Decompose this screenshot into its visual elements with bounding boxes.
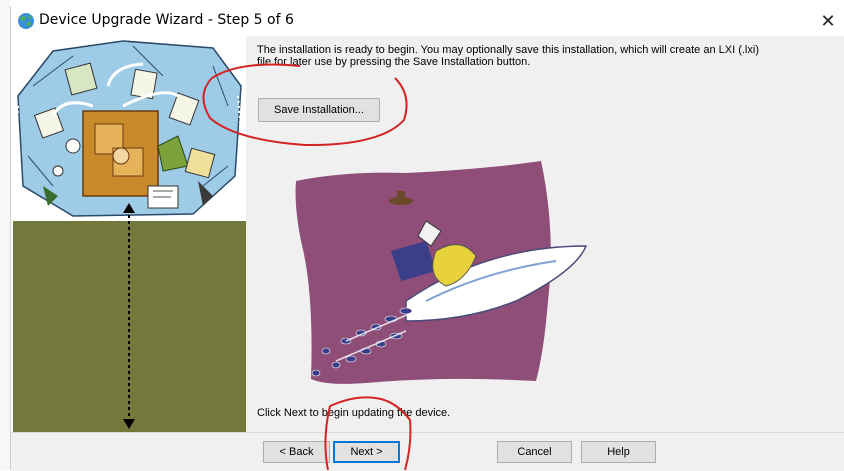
rocket-illustration	[295, 161, 588, 384]
intro-text: The installation is ready to begin. You …	[257, 44, 827, 68]
banner-illustration	[13, 36, 246, 221]
close-icon[interactable]: ✕	[813, 6, 843, 36]
wizard-side-banner	[13, 36, 246, 432]
cancel-button[interactable]: Cancel	[497, 441, 572, 463]
help-button[interactable]: Help	[581, 441, 656, 463]
next-button[interactable]: Next >	[333, 441, 400, 463]
save-installation-button[interactable]: Save Installation...	[258, 98, 380, 122]
window-title: Device Upgrade Wizard - Step 5 of 6	[39, 12, 294, 28]
back-button[interactable]: < Back	[263, 441, 330, 463]
footer-instruction: Click Next to begin updating the device.	[257, 407, 451, 419]
intro-line-2: file for later use by pressing the Save …	[257, 56, 531, 68]
title-bar[interactable]: Device Upgrade Wizard - Step 5 of 6 ✕	[11, 6, 844, 36]
globe-icon	[18, 13, 34, 29]
intro-line-1: The installation is ready to begin. You …	[257, 44, 759, 56]
wizard-window: Device Upgrade Wizard - Step 5 of 6 ✕ Th…	[10, 6, 844, 471]
wizard-button-bar: < Back Next > Cancel Help	[11, 432, 844, 471]
desktop-background	[0, 0, 10, 470]
wizard-content: The installation is ready to begin. You …	[246, 36, 844, 432]
dotted-arrow-annotation	[123, 203, 135, 429]
